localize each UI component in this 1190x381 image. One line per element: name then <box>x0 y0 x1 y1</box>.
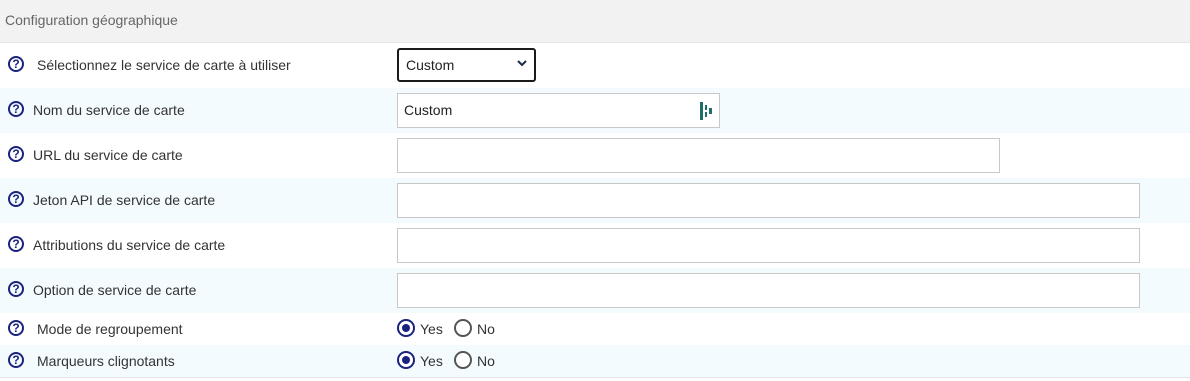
map-service-option-label: Option de service de carte <box>33 282 197 298</box>
help-icon[interactable]: ? <box>8 352 24 368</box>
help-icon[interactable]: ? <box>8 56 24 72</box>
map-service-name-value: Custom <box>404 102 453 118</box>
radio-dot <box>402 324 410 332</box>
map-service-select-label: Sélectionnez le service de carte à utili… <box>37 57 291 73</box>
row-map-service-name: ? Nom du service de carte Custom <box>0 88 1190 133</box>
row-clustering-mode: ? Mode de regroupement Yes No <box>0 313 1190 345</box>
map-service-name-label: Nom du service de carte <box>33 102 185 118</box>
blinking-yes-radio[interactable] <box>397 351 415 369</box>
help-icon[interactable]: ? <box>8 320 24 336</box>
clustering-no-radio[interactable] <box>454 319 472 337</box>
chevron-down-icon <box>517 60 527 67</box>
map-service-option-input[interactable] <box>397 273 1140 308</box>
blinking-no-radio[interactable] <box>454 351 472 369</box>
section-title: Configuration géographique <box>5 12 178 28</box>
password-manager-icon[interactable] <box>699 102 713 120</box>
clustering-no-label[interactable]: No <box>477 321 495 337</box>
map-service-select-value: Custom <box>406 57 455 73</box>
blinking-markers-label: Marqueurs clignotants <box>37 353 175 369</box>
section-header: Configuration géographique <box>0 0 1190 43</box>
help-icon[interactable]: ? <box>8 281 24 297</box>
map-service-url-label: URL du service de carte <box>33 147 183 163</box>
row-map-service-option: ? Option de service de carte <box>0 268 1190 313</box>
row-map-service-url: ? URL du service de carte <box>0 133 1190 178</box>
help-icon[interactable]: ? <box>8 101 24 117</box>
map-service-url-input[interactable] <box>397 138 1000 173</box>
blinking-no-label[interactable]: No <box>477 353 495 369</box>
row-map-service-select: ? Sélectionnez le service de carte à uti… <box>0 43 1190 88</box>
radio-dot <box>402 356 410 364</box>
row-map-service-attributions: ? Attributions du service de carte <box>0 223 1190 268</box>
map-service-name-input[interactable]: Custom <box>397 93 720 128</box>
divider <box>0 377 1190 378</box>
map-service-attributions-label: Attributions du service de carte <box>33 237 226 253</box>
clustering-yes-radio[interactable] <box>397 319 415 337</box>
help-icon[interactable]: ? <box>8 236 24 252</box>
row-blinking-markers: ? Marqueurs clignotants Yes No <box>0 345 1190 377</box>
row-map-service-token: ? Jeton API de service de carte <box>0 178 1190 223</box>
map-service-attributions-input[interactable] <box>397 228 1140 263</box>
blinking-yes-label[interactable]: Yes <box>420 353 443 369</box>
help-icon[interactable]: ? <box>8 191 24 207</box>
help-icon[interactable]: ? <box>8 146 24 162</box>
map-service-token-input[interactable] <box>397 183 1140 218</box>
map-service-token-label: Jeton API de service de carte <box>33 192 216 208</box>
clustering-mode-label: Mode de regroupement <box>37 321 183 337</box>
clustering-yes-label[interactable]: Yes <box>420 321 443 337</box>
map-service-select[interactable]: Custom <box>397 48 536 82</box>
